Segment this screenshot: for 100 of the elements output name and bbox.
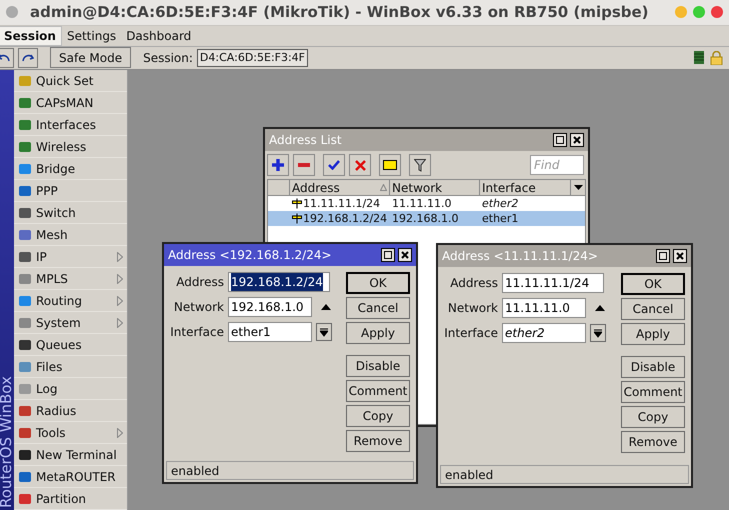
- sidebar-item[interactable]: Interfaces: [14, 114, 127, 136]
- input-field[interactable]: 11.11.11.1/24: [502, 273, 604, 293]
- remove-button[interactable]: [293, 154, 315, 176]
- field-value: ether2: [505, 325, 545, 342]
- find-field[interactable]: Find: [530, 155, 584, 175]
- sidebar-item-label: Routing: [36, 292, 82, 310]
- filter-button[interactable]: [409, 154, 431, 176]
- dialog-button[interactable]: Apply: [346, 322, 410, 344]
- field-label: Interface: [444, 325, 498, 342]
- dialog-button[interactable]: Disable: [346, 355, 410, 377]
- sidebar-item-label: MetaROUTER: [36, 468, 116, 486]
- sidebar-item[interactable]: Radius: [14, 400, 127, 422]
- sidebar-item[interactable]: Tools: [14, 422, 127, 444]
- menu-item-icon: [18, 338, 32, 352]
- up-arrow-icon[interactable]: [320, 303, 332, 311]
- field-label: Interface: [170, 324, 224, 341]
- dropdown-button[interactable]: [590, 324, 606, 342]
- sidebar-item[interactable]: Switch: [14, 202, 127, 224]
- dialog-button[interactable]: Remove: [346, 430, 410, 452]
- plus-icon: [272, 159, 284, 171]
- input-field[interactable]: 192.168.1.0: [228, 297, 312, 317]
- window-title: admin@D4:CA:6D:5E:F3:4F (MikroTik) - WinBox v6.33 on RB750 (mipsbe): [30, 2, 649, 24]
- sidebar-item[interactable]: System: [14, 312, 127, 334]
- sidebar-item[interactable]: PPP: [14, 180, 127, 202]
- sidebar-item[interactable]: Quick Set: [14, 70, 127, 92]
- caret-icon: [320, 328, 328, 336]
- close-icon[interactable]: [673, 249, 687, 263]
- sidebar-item-label: New Terminal: [36, 446, 117, 464]
- table-cell: 192.168.1.2/24: [303, 211, 388, 226]
- sidebar-item[interactable]: Queues: [14, 334, 127, 356]
- enable-button[interactable]: [323, 154, 345, 176]
- status-bar: enabled: [166, 461, 414, 480]
- sidebar-item[interactable]: Log: [14, 378, 127, 400]
- dialog-button[interactable]: Cancel: [621, 298, 685, 320]
- sidebar-item[interactable]: Bridge: [14, 158, 127, 180]
- dialog-button[interactable]: Comment: [346, 380, 410, 402]
- dialog-button[interactable]: Copy: [346, 405, 410, 427]
- dialog-button[interactable]: Apply: [621, 323, 685, 345]
- maximize-icon[interactable]: [381, 248, 395, 262]
- field-label: Address: [175, 274, 224, 291]
- sidebar-item[interactable]: Wireless: [14, 136, 127, 158]
- sidebar-item[interactable]: Files: [14, 356, 127, 378]
- x-mark-icon: [354, 160, 366, 170]
- menu-item-icon: [18, 140, 32, 154]
- undo-button[interactable]: [0, 48, 14, 68]
- redo-icon: [22, 52, 34, 63]
- sidebar-item[interactable]: MetaROUTER: [14, 466, 127, 488]
- comment-button[interactable]: [379, 154, 401, 176]
- menu-item[interactable]: Dashboard: [121, 26, 196, 46]
- menu-item[interactable]: Session: [0, 26, 62, 46]
- table-cell-text: 192.168.1.0: [391, 211, 460, 226]
- padlock-icon: [710, 50, 723, 65]
- sidebar-item-label: PPP: [36, 182, 58, 200]
- sidebar-item[interactable]: Partition: [14, 488, 127, 510]
- table-row[interactable]: 192.168.1.2/24 192.168.1.0 ether1: [268, 211, 585, 226]
- menu-item-icon: [18, 382, 32, 396]
- input-field[interactable]: 192.168.1.2/24: [228, 272, 330, 292]
- dialog-button[interactable]: Remove: [621, 431, 685, 453]
- close-icon[interactable]: [570, 133, 584, 147]
- caret-icon: [574, 185, 582, 190]
- sidebar-item[interactable]: Mesh: [14, 224, 127, 246]
- input-field[interactable]: ether2: [502, 323, 586, 343]
- filter-icon: [414, 158, 426, 172]
- field-value: ether1: [231, 324, 271, 341]
- submenu-arrow-icon: [117, 252, 123, 262]
- sort-arrow-icon: [380, 184, 387, 191]
- input-field[interactable]: ether1: [228, 322, 312, 342]
- dialog-button[interactable]: OK: [346, 272, 410, 294]
- sidebar-item[interactable]: MPLS: [14, 268, 127, 290]
- sidebar-item[interactable]: New Terminal: [14, 444, 127, 466]
- session-label: Session:: [143, 50, 193, 67]
- sidebar-item-label: Partition: [36, 490, 86, 508]
- disable-button[interactable]: [349, 154, 371, 176]
- minus-icon: [298, 163, 310, 167]
- sidebar-item[interactable]: Routing: [14, 290, 127, 312]
- dialog-button[interactable]: Comment: [621, 381, 685, 403]
- table-cell: 11.11.11.1/24: [303, 196, 380, 211]
- dialog-button[interactable]: OK: [621, 273, 685, 295]
- input-field[interactable]: 11.11.11.0: [502, 298, 586, 318]
- address-icon: [292, 198, 302, 209]
- field-label: Address: [449, 275, 498, 292]
- menu-item[interactable]: Settings: [62, 26, 122, 46]
- menu-item-icon: [18, 184, 32, 198]
- add-button[interactable]: [267, 154, 289, 176]
- maximize-icon[interactable]: [656, 249, 670, 263]
- close-icon[interactable]: [398, 248, 412, 262]
- maximize-icon[interactable]: [553, 133, 567, 147]
- dropdown-button[interactable]: [316, 323, 332, 341]
- redo-button[interactable]: [18, 48, 38, 68]
- sidebar-item[interactable]: IP: [14, 246, 127, 268]
- up-arrow-icon[interactable]: [594, 304, 606, 312]
- address-icon: [292, 213, 302, 224]
- field-value: 11.11.11.1/24: [505, 275, 590, 292]
- dialog-button[interactable]: Disable: [621, 356, 685, 378]
- field-value: 192.168.1.2/24: [231, 273, 323, 291]
- sidebar-item[interactable]: CAPsMAN: [14, 92, 127, 114]
- dialog-button[interactable]: Cancel: [346, 297, 410, 319]
- dialog-button[interactable]: Copy: [621, 406, 685, 428]
- menu-item-icon: [18, 470, 32, 484]
- safe-mode-button[interactable]: Safe Mode: [50, 47, 132, 68]
